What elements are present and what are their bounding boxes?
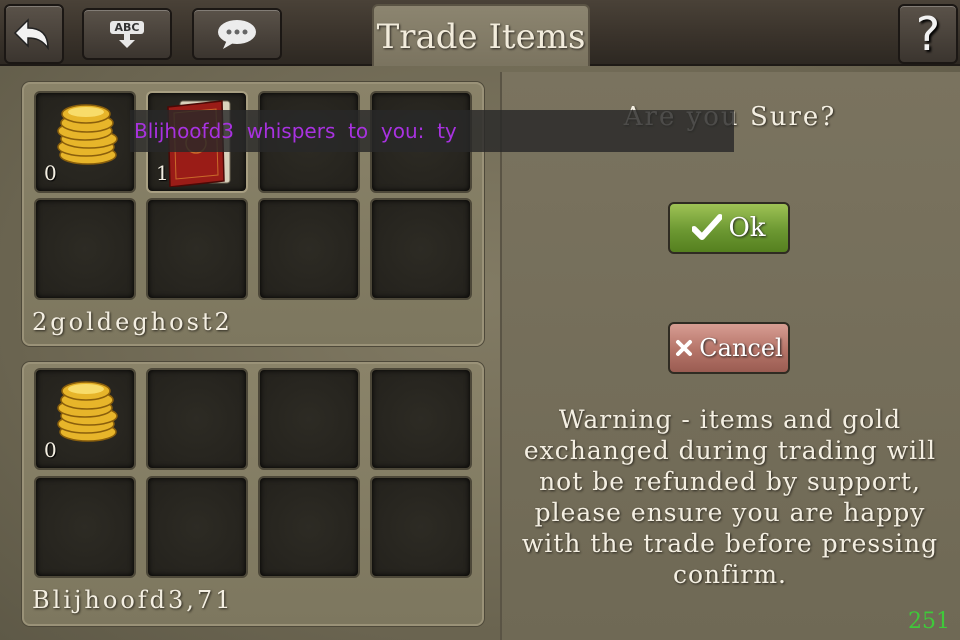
question-mark-icon: ? xyxy=(915,7,941,61)
slot-quantity: 0 xyxy=(44,438,57,462)
trade-slot[interactable] xyxy=(258,368,360,470)
trade-slot[interactable] xyxy=(258,198,360,300)
gold-coins-icon xyxy=(57,104,118,165)
gold-coins-icon xyxy=(57,381,118,442)
my-player-name: 2goldeghost2 xyxy=(32,308,233,336)
top-bar: ABC Trade Items ? xyxy=(0,0,960,68)
ok-label: Ok xyxy=(728,213,766,243)
whisper-text: Blijhoofd3 whispers to you: ty xyxy=(134,119,457,143)
trade-warning: Warning - items and gold exchanged durin… xyxy=(521,405,939,589)
back-button[interactable] xyxy=(4,4,64,64)
slot-quantity: 0 xyxy=(44,161,57,185)
checkmark-icon xyxy=(692,214,723,240)
trade-slot[interactable]: 0 xyxy=(34,91,136,193)
trade-slot[interactable] xyxy=(146,198,248,300)
abc-label: ABC xyxy=(109,20,145,34)
trade-slot[interactable] xyxy=(258,476,360,578)
trade-slot[interactable] xyxy=(34,476,136,578)
trade-slot[interactable] xyxy=(146,368,248,470)
abc-keyboard-icon: ABC xyxy=(109,20,145,48)
tab-title: Trade Items xyxy=(376,17,586,57)
trade-slot[interactable] xyxy=(370,198,472,300)
whisper-message: Blijhoofd3 whispers to you: ty xyxy=(130,110,734,152)
status-counter: 251 xyxy=(908,609,950,634)
back-arrow-icon xyxy=(13,18,49,51)
chat-button[interactable] xyxy=(192,8,282,60)
chat-bubble-icon xyxy=(218,20,256,49)
trade-slot[interactable] xyxy=(34,198,136,300)
trade-slot[interactable] xyxy=(370,476,472,578)
tab-trade-items[interactable]: Trade Items xyxy=(372,4,590,68)
cancel-button[interactable]: Cancel xyxy=(668,322,790,374)
partner-player-name: Blijhoofd3,71 xyxy=(32,586,234,614)
help-button[interactable]: ? xyxy=(898,4,958,64)
cancel-label: Cancel xyxy=(699,334,783,362)
slot-quantity: 1 xyxy=(156,161,169,185)
x-icon xyxy=(676,340,693,356)
partner-trade-panel: 0 Blijhoofd3,71 xyxy=(22,362,484,626)
trade-slot[interactable]: 0 xyxy=(34,368,136,470)
keyboard-button[interactable]: ABC xyxy=(82,8,172,60)
trade-slot[interactable] xyxy=(146,476,248,578)
trade-slot[interactable] xyxy=(370,368,472,470)
ok-button[interactable]: Ok xyxy=(668,202,790,254)
